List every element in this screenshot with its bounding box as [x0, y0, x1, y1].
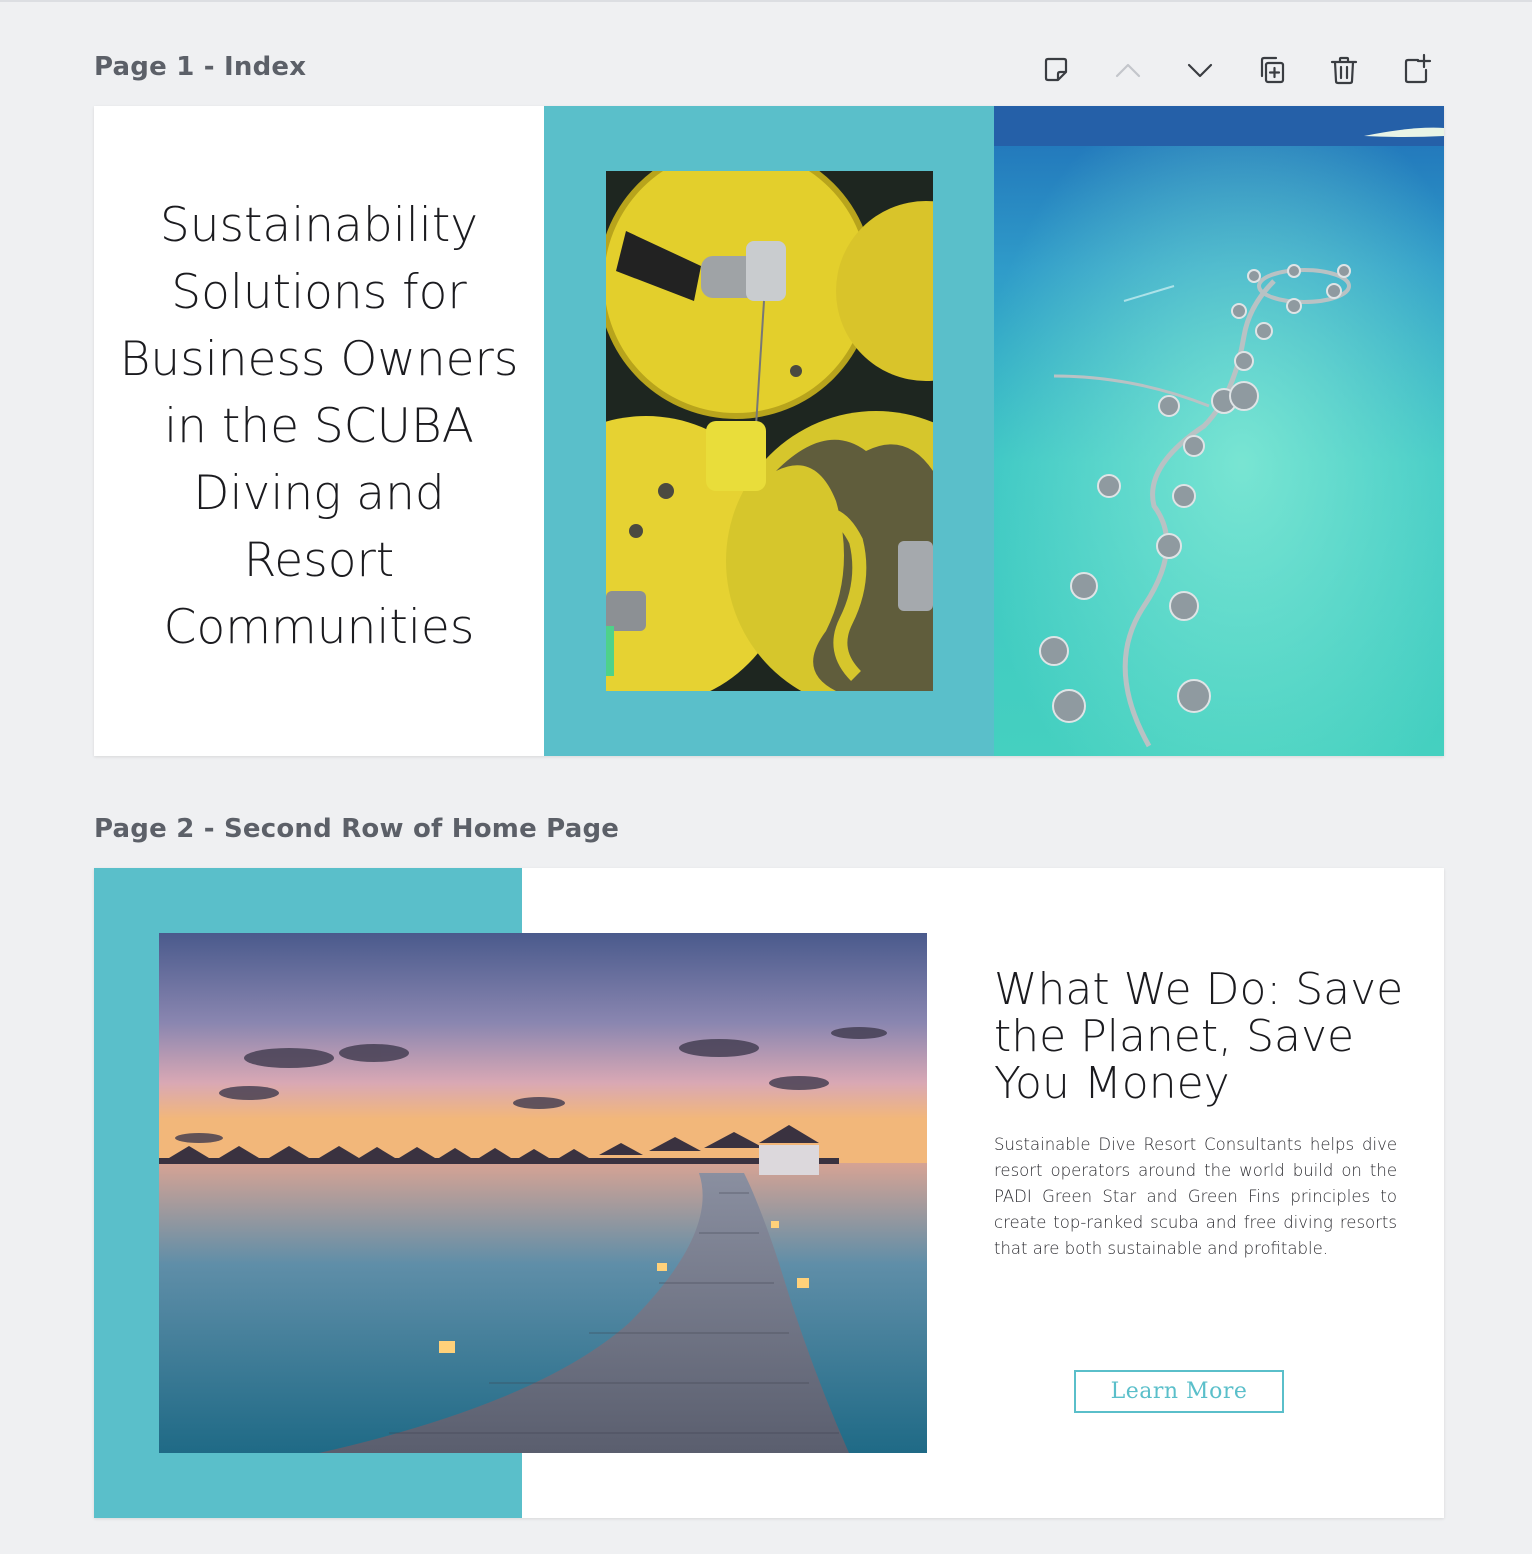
scuba-tanks-photo[interactable] [606, 171, 933, 691]
teal-panel [544, 106, 994, 756]
learn-more-button[interactable]: Learn More [1074, 1370, 1284, 1413]
add-note-button[interactable] [1036, 50, 1076, 90]
page-2-label: Page 2 - Second Row of Home Page [94, 814, 620, 844]
title-line: Communities [163, 599, 475, 655]
page-2-canvas[interactable]: What We Do: Save the Planet, Save You Mo… [94, 868, 1444, 1518]
page-1-label: Page 1 - Index [94, 52, 307, 82]
chevron-down-icon [1187, 63, 1213, 78]
trash-icon [1330, 56, 1358, 85]
delete-page-button[interactable] [1324, 50, 1364, 90]
page-1-text-panel: Sustainability Solutions for Business Ow… [94, 106, 544, 756]
title-line: Solutions for [171, 264, 467, 320]
title-line: Business Owners [119, 331, 519, 387]
page-2-heading[interactable]: What We Do: Save the Planet, Save You Mo… [994, 966, 1414, 1107]
add-page-button[interactable] [1396, 50, 1436, 90]
title-line: in the SCUBA [164, 398, 474, 454]
page-1-title[interactable]: Sustainability Solutions for Business Ow… [119, 192, 519, 661]
sticky-note-icon [1044, 57, 1068, 82]
top-divider [0, 0, 1532, 2]
heading-line: What We Do: Save [994, 964, 1404, 1015]
move-page-up-button[interactable] [1108, 50, 1148, 90]
chevron-up-icon [1115, 63, 1141, 78]
duplicate-icon [1260, 56, 1285, 84]
add-page-icon [1404, 53, 1432, 84]
resort-aerial-photo[interactable] [994, 106, 1444, 756]
boardwalk-sunset-photo[interactable] [159, 933, 927, 1453]
move-page-down-button[interactable] [1180, 50, 1220, 90]
page-2-body-text[interactable]: Sustainable Dive Resort Consultants help… [994, 1132, 1397, 1262]
duplicate-page-button[interactable] [1252, 50, 1292, 90]
title-line: Diving and Resort [193, 465, 445, 588]
heading-line: You Money [994, 1058, 1230, 1109]
title-line: Sustainability [159, 197, 479, 253]
heading-line: the Planet, Save [994, 1011, 1355, 1062]
page-1-canvas[interactable]: Sustainability Solutions for Business Ow… [94, 106, 1444, 756]
